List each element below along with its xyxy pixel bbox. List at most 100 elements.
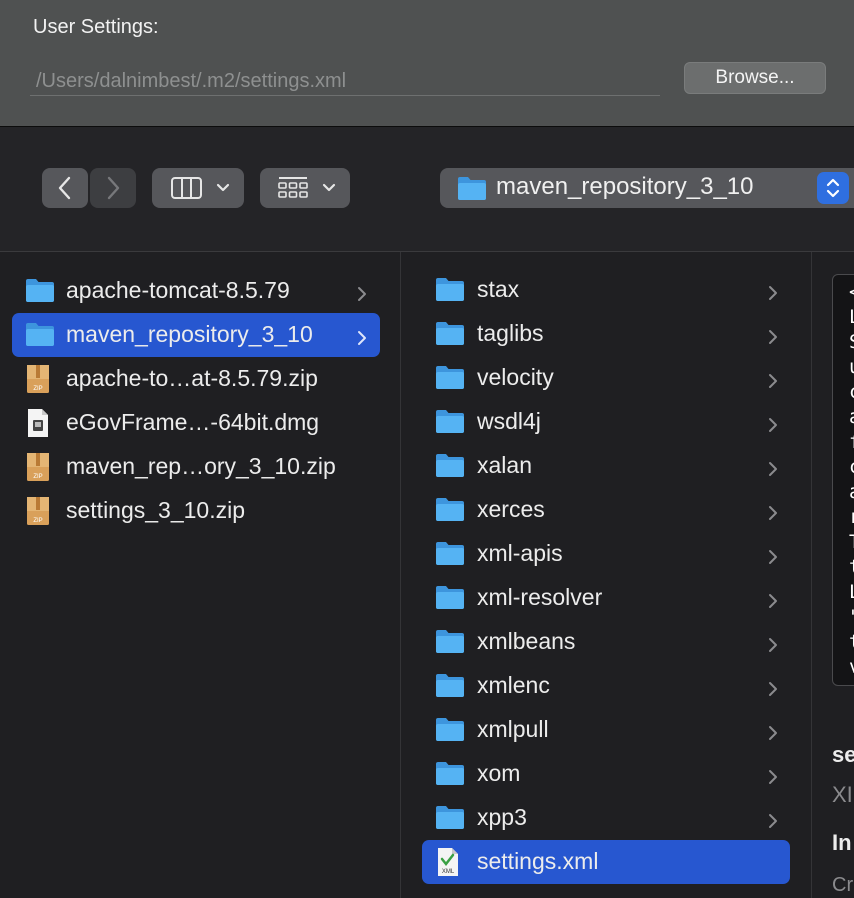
chevron-right-icon bbox=[767, 677, 779, 704]
list-item-label: xml-apis bbox=[477, 540, 563, 566]
preview-text-line: T bbox=[849, 531, 854, 553]
preview-text-line: t bbox=[849, 556, 854, 578]
chevron-left-icon bbox=[58, 176, 71, 200]
list-item-label: settings_3_10.zip bbox=[66, 497, 246, 523]
chevron-right-icon bbox=[767, 545, 779, 572]
list-item[interactable]: velocity bbox=[422, 356, 790, 400]
folder-icon bbox=[25, 276, 55, 310]
location-popup[interactable]: maven_repository_3_10 bbox=[440, 168, 854, 208]
list-item-label: wsdl4j bbox=[477, 408, 541, 434]
browser-column-2[interactable]: stax taglibs velocity wsdl4j xalan xerce… bbox=[401, 252, 812, 898]
list-item[interactable]: ZIP maven_rep…ory_3_10.zip bbox=[12, 445, 380, 489]
folder-icon bbox=[435, 495, 465, 529]
zip-archive-icon: ZIP bbox=[25, 496, 51, 532]
list-item[interactable]: xml-resolver bbox=[422, 576, 790, 620]
user-settings-path-field[interactable]: /Users/dalnimbest/.m2/settings.xml bbox=[30, 66, 660, 96]
list-item[interactable]: xmlpull bbox=[422, 708, 790, 752]
list-item[interactable]: stax bbox=[422, 268, 790, 312]
preview-text-line: " bbox=[849, 606, 854, 628]
list-item[interactable]: xmlbeans bbox=[422, 620, 790, 664]
list-item[interactable]: xerces bbox=[422, 488, 790, 532]
folder-icon bbox=[435, 671, 465, 705]
list-item-label: velocity bbox=[477, 364, 554, 390]
browse-button[interactable]: Browse... bbox=[684, 62, 826, 94]
user-settings-label: User Settings: bbox=[33, 16, 159, 38]
svg-text:ZIP: ZIP bbox=[33, 474, 42, 480]
svg-text:XML: XML bbox=[442, 869, 455, 875]
preview-text-line: c bbox=[849, 381, 854, 403]
chevron-right-icon bbox=[767, 413, 779, 440]
forward-button[interactable] bbox=[90, 168, 136, 208]
list-item[interactable]: ZIP settings_3_10.zip bbox=[12, 489, 380, 533]
zip-archive-icon: ZIP bbox=[25, 452, 51, 488]
chevron-right-icon bbox=[107, 176, 120, 200]
preview-column: <LSucafcarTtL"tv se XI In Cr bbox=[812, 252, 854, 898]
folder-icon bbox=[435, 407, 465, 441]
preview-text-line: f bbox=[849, 431, 854, 453]
chevron-right-icon bbox=[767, 765, 779, 792]
list-item[interactable]: xalan bbox=[422, 444, 790, 488]
list-item-label: maven_rep…ory_3_10.zip bbox=[66, 453, 336, 479]
file-open-dialog: maven_repository_3_10 apache-tomcat-8.5.… bbox=[0, 127, 854, 898]
location-label: maven_repository_3_10 bbox=[496, 173, 754, 200]
list-item[interactable]: maven_repository_3_10 bbox=[12, 313, 380, 357]
folder-icon bbox=[458, 177, 486, 200]
preview-text-line: c bbox=[849, 456, 854, 478]
browser-column-1[interactable]: apache-tomcat-8.5.79 maven_repository_3_… bbox=[0, 252, 401, 898]
list-item[interactable]: taglibs bbox=[422, 312, 790, 356]
group-by-button[interactable] bbox=[260, 168, 350, 208]
folder-icon bbox=[435, 627, 465, 661]
folder-icon bbox=[435, 451, 465, 485]
preview-text-line: < bbox=[849, 281, 854, 303]
preview-text-line: L bbox=[849, 581, 854, 603]
list-item-label: maven_repository_3_10 bbox=[66, 321, 313, 347]
folder-icon bbox=[435, 539, 465, 573]
chevron-right-icon bbox=[767, 809, 779, 836]
list-item[interactable]: xpp3 bbox=[422, 796, 790, 840]
list-item-label: xmlpull bbox=[477, 716, 549, 742]
chevron-right-icon bbox=[356, 326, 368, 353]
folder-icon bbox=[435, 715, 465, 749]
preview-text-line: v bbox=[849, 656, 854, 678]
list-item-label: xmlenc bbox=[477, 672, 550, 698]
list-item-label: eGovFrame…-64bit.dmg bbox=[66, 409, 320, 435]
zip-archive-icon: ZIP bbox=[25, 364, 51, 400]
preview-text-line: a bbox=[849, 481, 854, 503]
list-item[interactable]: eGovFrame…-64bit.dmg bbox=[12, 401, 380, 445]
list-item[interactable]: wsdl4j bbox=[422, 400, 790, 444]
list-item-label: xalan bbox=[477, 452, 532, 478]
location-stepper[interactable] bbox=[817, 172, 849, 204]
list-item-label: xerces bbox=[477, 496, 545, 522]
preview-text-line: L bbox=[849, 306, 854, 328]
preview-created-label: Cr bbox=[832, 874, 854, 896]
list-item-label: xml-resolver bbox=[477, 584, 603, 610]
list-item[interactable]: xmlenc bbox=[422, 664, 790, 708]
preview-text-line: r bbox=[849, 506, 854, 528]
disk-image-icon bbox=[25, 408, 51, 444]
list-item-label: xom bbox=[477, 760, 521, 786]
list-item[interactable]: XML settings.xml bbox=[422, 840, 790, 884]
preview-text-line: t bbox=[849, 631, 854, 653]
chevron-right-icon bbox=[767, 369, 779, 396]
back-button[interactable] bbox=[42, 168, 88, 208]
list-item-label: xpp3 bbox=[477, 804, 527, 830]
chevron-right-icon bbox=[767, 589, 779, 616]
list-item-label: settings.xml bbox=[477, 848, 599, 874]
folder-icon bbox=[435, 275, 465, 309]
chevron-right-icon bbox=[356, 282, 368, 309]
list-item[interactable]: ZIP apache-to…at-8.5.79.zip bbox=[12, 357, 380, 401]
view-mode-button[interactable] bbox=[152, 168, 244, 208]
preview-text-line: S bbox=[849, 331, 854, 353]
folder-icon bbox=[435, 319, 465, 353]
list-item[interactable]: xml-apis bbox=[422, 532, 790, 576]
dialog-toolbar: maven_repository_3_10 bbox=[0, 127, 854, 252]
list-item-label: stax bbox=[477, 276, 520, 302]
folder-icon bbox=[435, 759, 465, 793]
list-item[interactable]: apache-tomcat-8.5.79 bbox=[12, 269, 380, 313]
list-item[interactable]: xom bbox=[422, 752, 790, 796]
chevron-right-icon bbox=[767, 325, 779, 352]
folder-icon bbox=[25, 320, 55, 354]
group-grid-icon bbox=[278, 177, 336, 198]
chevron-right-icon bbox=[767, 633, 779, 660]
svg-text:ZIP: ZIP bbox=[33, 518, 42, 524]
